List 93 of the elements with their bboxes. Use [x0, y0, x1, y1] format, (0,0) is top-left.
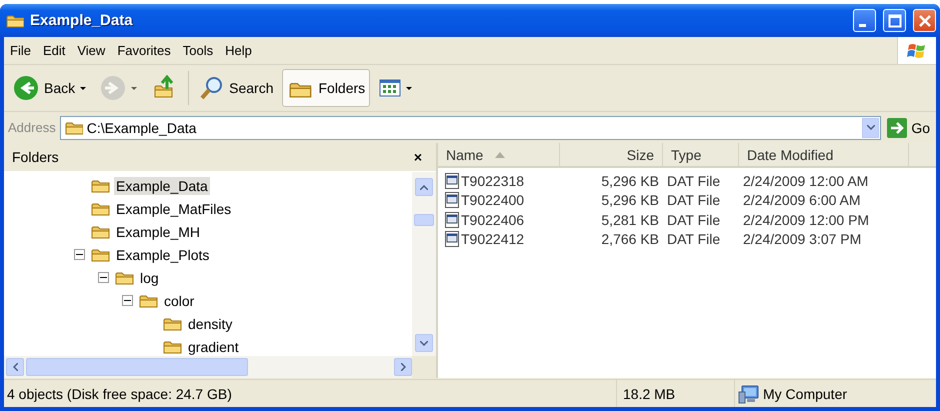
pane-title: Folders	[12, 149, 59, 165]
folder-icon	[91, 246, 111, 262]
address-label: Address	[8, 120, 56, 135]
chevron-down-icon	[420, 340, 428, 346]
scrollbar-corner	[412, 356, 436, 378]
window-title: Example_Data	[30, 12, 134, 29]
caret-icon	[406, 86, 412, 90]
menu-item[interactable]: Tools	[176, 41, 220, 60]
file-icon	[445, 172, 459, 189]
table-cell: 5,296 KB	[601, 192, 659, 208]
tree-item[interactable]: Example_MatFiles	[114, 200, 234, 218]
search-button[interactable]: Search	[195, 69, 278, 107]
table-cell: DAT File	[667, 212, 720, 228]
minus-icon	[76, 251, 83, 258]
tree-item[interactable]: density	[186, 314, 234, 332]
table-cell: 5,281 KB	[601, 212, 659, 228]
vertical-scrollbar[interactable]	[412, 172, 436, 356]
table-cell: DAT File	[667, 231, 720, 248]
tree-item[interactable]: log	[138, 268, 161, 286]
table-cell: 2/24/2009 12:00 PM	[743, 212, 870, 228]
scroll-left-button[interactable]	[6, 358, 24, 376]
scroll-right-button[interactable]	[394, 358, 412, 376]
file-name[interactable]: T9022400	[461, 192, 524, 208]
close-button[interactable]	[913, 9, 936, 32]
table-cell: 2/24/2009 3:07 PM	[743, 231, 862, 248]
collapse-toggle[interactable]	[98, 272, 109, 283]
table-cell: DAT File	[667, 172, 720, 189]
folder-icon	[91, 178, 111, 194]
dropdown-button[interactable]	[862, 118, 880, 138]
folder-icon	[64, 120, 83, 136]
folder-icon	[115, 270, 135, 286]
file-name[interactable]: T9022412	[461, 231, 524, 248]
collapse-toggle[interactable]	[74, 249, 85, 260]
table-cell: 5,296 KB	[601, 172, 659, 189]
back-button[interactable]: Back	[8, 69, 92, 107]
tree-item[interactable]: color	[162, 292, 196, 310]
tree-item[interactable]: Example_Data	[114, 176, 210, 194]
column-header[interactable]: Name	[438, 143, 560, 168]
table-cell: 2,766 KB	[601, 231, 659, 248]
menu-item[interactable]: View	[71, 41, 112, 60]
tree-item[interactable]: gradient	[186, 338, 241, 356]
minus-icon	[124, 297, 131, 304]
go-button[interactable]: Go	[885, 118, 932, 138]
chevron-left-icon	[12, 363, 18, 371]
search-icon	[200, 75, 224, 101]
file-name[interactable]: T9022318	[461, 172, 524, 189]
menu-item[interactable]: Help	[219, 41, 258, 60]
folder-icon	[91, 200, 111, 216]
status-text: 4 objects (Disk free space: 24.7 GB)	[4, 380, 617, 407]
grid-icon	[379, 78, 402, 98]
column-header[interactable]: Date Modified	[739, 143, 909, 168]
close-button[interactable]: ×	[412, 149, 424, 165]
minimize-icon	[858, 24, 866, 26]
close-icon	[918, 14, 932, 28]
folders-button[interactable]: Folders	[282, 69, 370, 107]
scroll-thumb[interactable]	[26, 358, 248, 376]
chevron-right-icon	[400, 363, 406, 371]
status-size: 18.2 MB	[617, 380, 735, 407]
caret-icon	[80, 86, 86, 90]
caret-icon	[131, 86, 138, 90]
table-cell: DAT File	[667, 192, 720, 208]
file-icon	[445, 231, 459, 248]
folder-icon	[6, 12, 24, 28]
collapse-toggle[interactable]	[122, 295, 133, 306]
tree-item[interactable]: Example_MH	[114, 222, 202, 240]
folder-icon	[139, 292, 159, 308]
table-cell: 2/24/2009 6:00 AM	[743, 192, 861, 208]
folder-icon	[91, 224, 111, 240]
file-icon	[445, 192, 459, 208]
scroll-thumb[interactable]	[414, 214, 434, 226]
chevron-up-icon	[420, 184, 428, 190]
scroll-up-button[interactable]	[415, 178, 433, 196]
column-header[interactable]: Type	[663, 143, 739, 168]
column-header[interactable]: Size	[560, 143, 663, 168]
computer-icon	[738, 384, 760, 404]
status-zone: My Computer	[763, 386, 848, 402]
address-field[interactable]: C:\Example_Data	[60, 116, 882, 140]
file-icon	[445, 212, 459, 228]
maximize-icon	[888, 14, 902, 28]
maximize-button[interactable]	[883, 9, 906, 32]
table-cell: 2/24/2009 12:00 AM	[743, 172, 868, 189]
horizontal-scrollbar[interactable]	[4, 356, 412, 378]
minimize-button[interactable]	[853, 9, 876, 32]
folder-icon	[163, 338, 183, 354]
scroll-down-button[interactable]	[415, 334, 433, 352]
file-name[interactable]: T9022406	[461, 212, 524, 228]
tree-item[interactable]: Example_Plots	[114, 246, 212, 264]
menu-item[interactable]: File	[4, 41, 37, 60]
menu-item[interactable]: Edit	[36, 41, 72, 60]
chevron-down-icon	[866, 125, 875, 130]
minus-icon	[100, 274, 107, 281]
folder-icon	[163, 316, 183, 332]
menu-item[interactable]: Favorites	[111, 41, 177, 60]
